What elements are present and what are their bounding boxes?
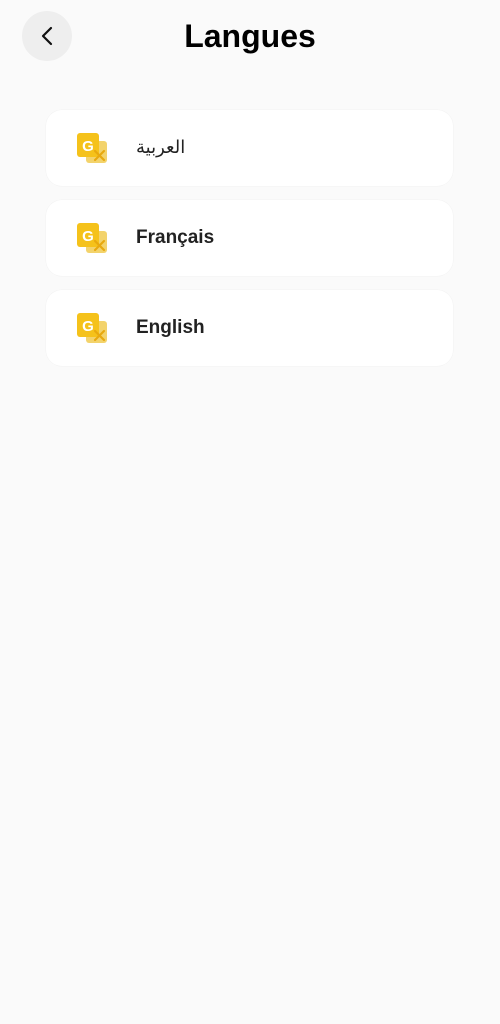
svg-text:G: G xyxy=(82,318,94,335)
language-item-arabic[interactable]: G العربية xyxy=(46,110,453,186)
svg-text:G: G xyxy=(82,228,94,245)
language-label: English xyxy=(136,317,205,338)
language-label: العربية xyxy=(136,137,186,158)
header: Langues xyxy=(0,0,500,72)
language-label: Français xyxy=(136,227,215,248)
language-item-french[interactable]: G Français xyxy=(46,200,453,276)
page-title: Langues xyxy=(184,18,316,54)
language-item-english[interactable]: G English xyxy=(46,290,453,366)
translate-icon: G xyxy=(77,133,107,163)
language-list: G العربية G Français G English xyxy=(46,110,453,380)
svg-text:G: G xyxy=(82,138,94,155)
translate-icon: G xyxy=(77,313,107,343)
translate-icon: G xyxy=(77,223,107,253)
